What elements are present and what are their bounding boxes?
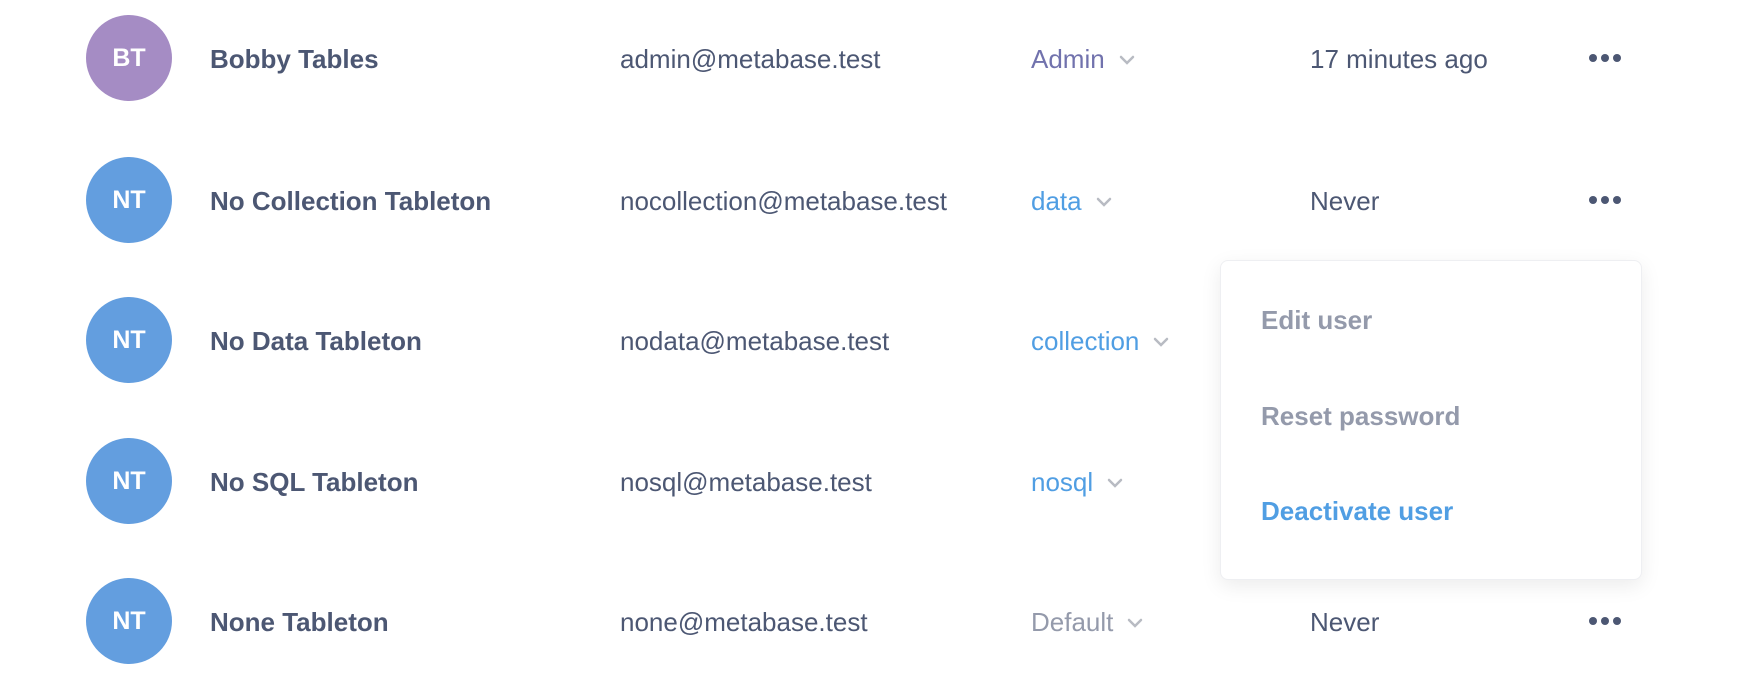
user-email: nodata@metabase.test xyxy=(620,326,890,356)
user-row: NT None Tableton none@metabase.test Defa… xyxy=(0,571,1754,671)
chevron-down-icon xyxy=(1128,618,1143,628)
avatar: NT xyxy=(86,297,172,383)
user-name: No Collection Tableton xyxy=(210,186,492,216)
user-email: nosql@metabase.test xyxy=(620,467,872,497)
avatar: BT xyxy=(86,15,172,101)
last-login: 17 minutes ago xyxy=(1310,44,1488,74)
user-actions-popover: Edit user Reset password Deactivate user xyxy=(1220,260,1642,580)
role-dropdown[interactable]: collection xyxy=(1031,326,1169,357)
edit-user-menu-item[interactable]: Edit user xyxy=(1261,305,1372,336)
role-label: Admin xyxy=(1031,44,1105,74)
role-label: data xyxy=(1031,186,1082,216)
ellipsis-icon[interactable] xyxy=(1580,188,1630,212)
chevron-down-icon xyxy=(1107,478,1123,488)
chevron-down-icon xyxy=(1096,197,1111,207)
role-dropdown[interactable]: data xyxy=(1031,186,1112,217)
role-dropdown[interactable]: Default xyxy=(1031,607,1143,638)
avatar: NT xyxy=(86,157,172,243)
user-row: NT No Collection Tableton nocollection@m… xyxy=(0,150,1754,250)
avatar: NT xyxy=(86,438,172,524)
role-label: Default xyxy=(1031,607,1114,637)
user-email: none@metabase.test xyxy=(620,607,868,637)
reset-password-menu-item[interactable]: Reset password xyxy=(1261,401,1460,432)
user-name: No Data Tableton xyxy=(210,326,422,356)
user-name: Bobby Tables xyxy=(210,44,379,74)
role-label: nosql xyxy=(1031,467,1094,497)
deactivate-user-menu-item[interactable]: Deactivate user xyxy=(1261,496,1453,527)
avatar: NT xyxy=(86,578,172,664)
user-row: BT Bobby Tables admin@metabase.test Admi… xyxy=(0,8,1754,108)
chevron-down-icon xyxy=(1154,337,1169,347)
ellipsis-icon[interactable] xyxy=(1580,609,1630,633)
user-name: None Tableton xyxy=(210,607,389,637)
user-email: admin@metabase.test xyxy=(620,44,881,74)
role-label: collection xyxy=(1031,326,1140,356)
last-login: Never xyxy=(1310,186,1380,216)
last-login: Never xyxy=(1310,607,1380,637)
chevron-down-icon xyxy=(1119,55,1134,65)
role-dropdown[interactable]: Admin xyxy=(1031,44,1135,75)
ellipsis-icon[interactable] xyxy=(1580,46,1630,70)
user-email: nocollection@metabase.test xyxy=(620,186,948,216)
role-dropdown[interactable]: nosql xyxy=(1031,467,1123,498)
user-name: No SQL Tableton xyxy=(210,467,419,497)
